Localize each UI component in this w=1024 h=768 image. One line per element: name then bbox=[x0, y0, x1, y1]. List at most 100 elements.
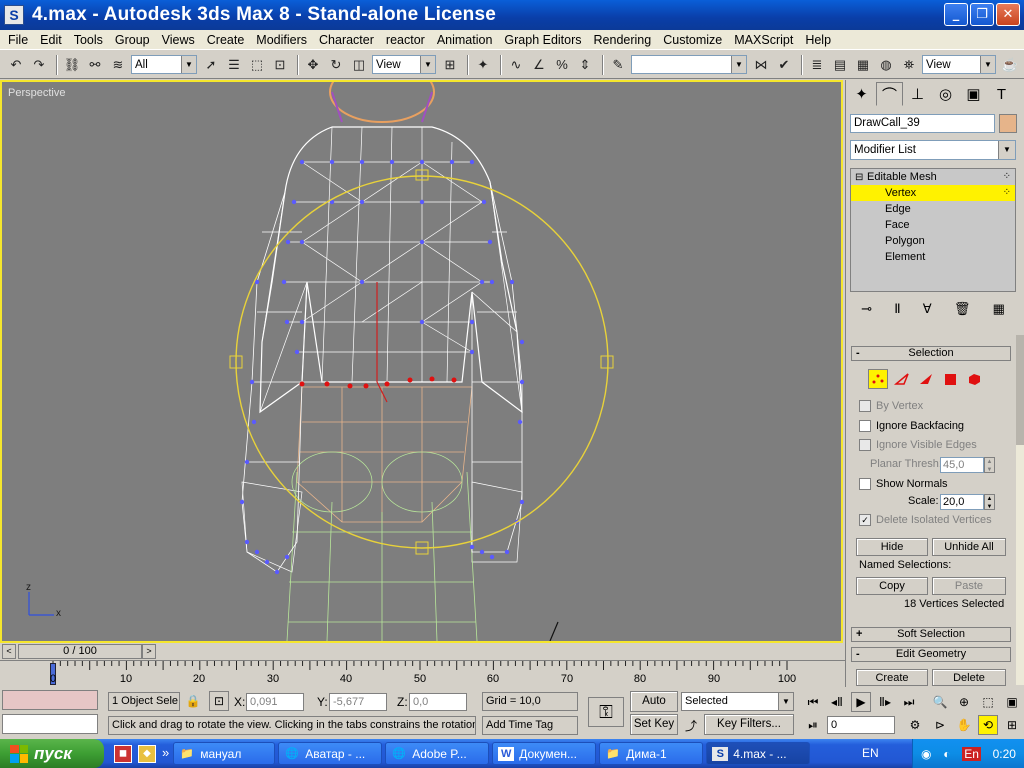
delete-isolated-checkbox[interactable]: ✓ Delete Isolated Vertices bbox=[859, 514, 992, 526]
arc-rotate-icon[interactable]: ⟲ bbox=[978, 715, 998, 735]
utilities-tab-icon[interactable]: T bbox=[988, 82, 1015, 106]
unlink-icon[interactable]: ⚯ bbox=[85, 55, 105, 75]
y-coordinate-field[interactable]: -5,677 bbox=[329, 693, 387, 711]
menu-reactor[interactable]: reactor bbox=[380, 30, 431, 50]
key-mode-dropdown[interactable]: Selected ▼ bbox=[681, 692, 794, 711]
spinner-snap-icon[interactable]: ⇕ bbox=[575, 55, 595, 75]
menu-file[interactable]: File bbox=[2, 30, 34, 50]
spinner-arrows-icon[interactable]: ▲ ▼ bbox=[984, 457, 995, 473]
window-crossing-icon[interactable]: ⊡ bbox=[270, 55, 290, 75]
hide-button[interactable]: Hide bbox=[856, 538, 928, 556]
by-vertex-checkbox[interactable]: By Vertex bbox=[859, 400, 923, 412]
redo-icon[interactable]: ↷ bbox=[29, 55, 49, 75]
delete-button[interactable]: Delete bbox=[932, 669, 1006, 686]
modify-tab-icon[interactable]: ⌒ bbox=[876, 82, 903, 106]
track-bar[interactable]: 0 10 20 30 40 50 60 70 80 90 100 bbox=[0, 660, 845, 687]
x-coordinate-field[interactable]: 0,091 bbox=[246, 693, 304, 711]
menu-create[interactable]: Create bbox=[201, 30, 251, 50]
gizmo-handle[interactable] bbox=[600, 355, 614, 369]
maximize-viewport-icon[interactable]: ⊞ bbox=[1002, 715, 1022, 735]
menu-views[interactable]: Views bbox=[156, 30, 201, 50]
task-button-active[interactable]: S 4.max - ... bbox=[706, 742, 811, 765]
quick-launch-more-icon[interactable]: » bbox=[162, 745, 169, 763]
edge-mode-icon[interactable] bbox=[892, 369, 912, 389]
z-coordinate-field[interactable]: 0,0 bbox=[409, 693, 467, 711]
menu-animation[interactable]: Animation bbox=[431, 30, 499, 50]
go-to-start-icon[interactable]: ⏮ bbox=[803, 692, 823, 712]
perspective-viewport[interactable]: Perspective z x bbox=[0, 80, 843, 643]
rect-selection-icon[interactable]: ⬚ bbox=[247, 55, 267, 75]
time-prev-button[interactable]: < bbox=[2, 644, 16, 659]
ignore-visible-edges-checkbox[interactable]: Ignore Visible Edges bbox=[859, 439, 977, 451]
selection-rollout-header[interactable]: - Selection bbox=[851, 346, 1011, 361]
language-indicator[interactable]: EN bbox=[862, 746, 879, 760]
set-key-button[interactable]: Set Key bbox=[630, 714, 678, 735]
move-icon[interactable]: ✥ bbox=[303, 55, 323, 75]
collapse-icon[interactable]: ⊟ bbox=[855, 170, 867, 186]
time-slider[interactable]: 0 / 100 bbox=[18, 644, 142, 659]
maxscript-listener-white[interactable] bbox=[2, 714, 98, 734]
scrollbar-thumb[interactable] bbox=[1016, 335, 1024, 445]
object-name-field[interactable]: DrawCall_39 bbox=[850, 114, 995, 133]
manipulate-icon[interactable]: ✦ bbox=[473, 55, 493, 75]
maxscript-listener-pink[interactable] bbox=[2, 690, 98, 710]
show-end-result-icon[interactable]: Ⅱ bbox=[894, 301, 900, 317]
next-frame-icon[interactable]: Ⅱ▸ bbox=[875, 692, 895, 712]
menu-rendering[interactable]: Rendering bbox=[588, 30, 658, 50]
configure-sets-icon[interactable]: ▦ bbox=[993, 301, 1005, 317]
show-normals-checkbox[interactable]: Show Normals bbox=[859, 478, 948, 490]
undo-icon[interactable]: ↶ bbox=[6, 55, 26, 75]
start-button[interactable]: пуск bbox=[0, 739, 104, 768]
edit-named-sel-icon[interactable]: ✎ bbox=[608, 55, 628, 75]
lock-selection-icon[interactable]: 🔒 bbox=[183, 691, 203, 711]
menu-edit[interactable]: Edit bbox=[34, 30, 68, 50]
snap-icon[interactable]: ∿ bbox=[506, 55, 526, 75]
previous-frame-icon[interactable]: ◂Ⅱ bbox=[827, 692, 847, 712]
motion-tab-icon[interactable]: ◎ bbox=[932, 82, 959, 106]
field-of-view-icon[interactable]: ⊳ bbox=[930, 715, 950, 735]
key-filters-button[interactable]: Key Filters... bbox=[704, 714, 794, 735]
mirror-icon[interactable]: ⋈ bbox=[751, 55, 771, 75]
zoom-extents-icon[interactable]: ⬚ bbox=[978, 692, 998, 712]
stack-item-editable-mesh[interactable]: ⊟ Editable Mesh ⁘ bbox=[851, 169, 1015, 185]
modifier-list-dropdown[interactable]: Modifier List ▼ bbox=[850, 140, 1016, 160]
stack-item-element[interactable]: Element bbox=[851, 249, 1015, 265]
quick-render-icon[interactable]: ☕ bbox=[1000, 55, 1020, 75]
select-object-icon[interactable]: ➚ bbox=[201, 55, 221, 75]
task-button[interactable]: 🌐 Adobe P... bbox=[385, 742, 490, 765]
network-icon[interactable]: ◉ bbox=[921, 747, 931, 761]
copy-button[interactable]: Copy bbox=[856, 577, 928, 595]
make-unique-icon[interactable]: ∀ bbox=[923, 301, 932, 317]
menu-customize[interactable]: Customize bbox=[657, 30, 728, 50]
stack-item-vertex[interactable]: Vertex ⁘ bbox=[851, 185, 1015, 201]
select-by-name-icon[interactable]: ☰ bbox=[224, 55, 244, 75]
volume-icon[interactable]: ◐ bbox=[943, 747, 950, 761]
stack-item-face[interactable]: Face bbox=[851, 217, 1015, 233]
menu-graph-editors[interactable]: Graph Editors bbox=[498, 30, 587, 50]
angle-snap-icon[interactable]: ∠ bbox=[529, 55, 549, 75]
hierarchy-tab-icon[interactable]: ⊥ bbox=[904, 82, 931, 106]
selection-filter-dropdown[interactable]: All ▼ bbox=[131, 55, 197, 74]
soft-selection-rollout-header[interactable]: + Soft Selection bbox=[851, 627, 1011, 642]
set-key-icon[interactable]: ⚿ bbox=[588, 697, 624, 727]
scale-icon[interactable]: ◫ bbox=[349, 55, 369, 75]
pivot-center-icon[interactable]: ⊞ bbox=[440, 55, 460, 75]
bind-space-warp-icon[interactable]: ≋ bbox=[108, 55, 128, 75]
layer-manager-icon[interactable]: ≣ bbox=[807, 55, 827, 75]
key-curve-icon[interactable]: ⤴ bbox=[681, 715, 701, 735]
material-editor-icon[interactable]: ◍ bbox=[876, 55, 896, 75]
app-icon[interactable]: S bbox=[4, 5, 24, 25]
planar-thresh-spinner[interactable]: 45,0 ▲ ▼ bbox=[940, 457, 995, 473]
named-selection-dropdown[interactable]: ▼ bbox=[631, 55, 747, 74]
pin-stack-icon[interactable]: ⊸ bbox=[861, 301, 872, 317]
object-color-swatch[interactable] bbox=[999, 114, 1017, 133]
stack-item-polygon[interactable]: Polygon bbox=[851, 233, 1015, 249]
create-tab-icon[interactable]: ✦ bbox=[848, 82, 875, 106]
select-and-link-icon[interactable]: ⛓ bbox=[62, 55, 82, 75]
zoom-all-icon[interactable]: ⊕ bbox=[954, 692, 974, 712]
face-mode-icon[interactable] bbox=[916, 369, 936, 389]
time-next-button[interactable]: > bbox=[142, 644, 156, 659]
menu-modifiers[interactable]: Modifiers bbox=[250, 30, 313, 50]
close-button[interactable]: ✕ bbox=[996, 3, 1020, 26]
current-frame-field[interactable]: 0 bbox=[827, 716, 895, 734]
